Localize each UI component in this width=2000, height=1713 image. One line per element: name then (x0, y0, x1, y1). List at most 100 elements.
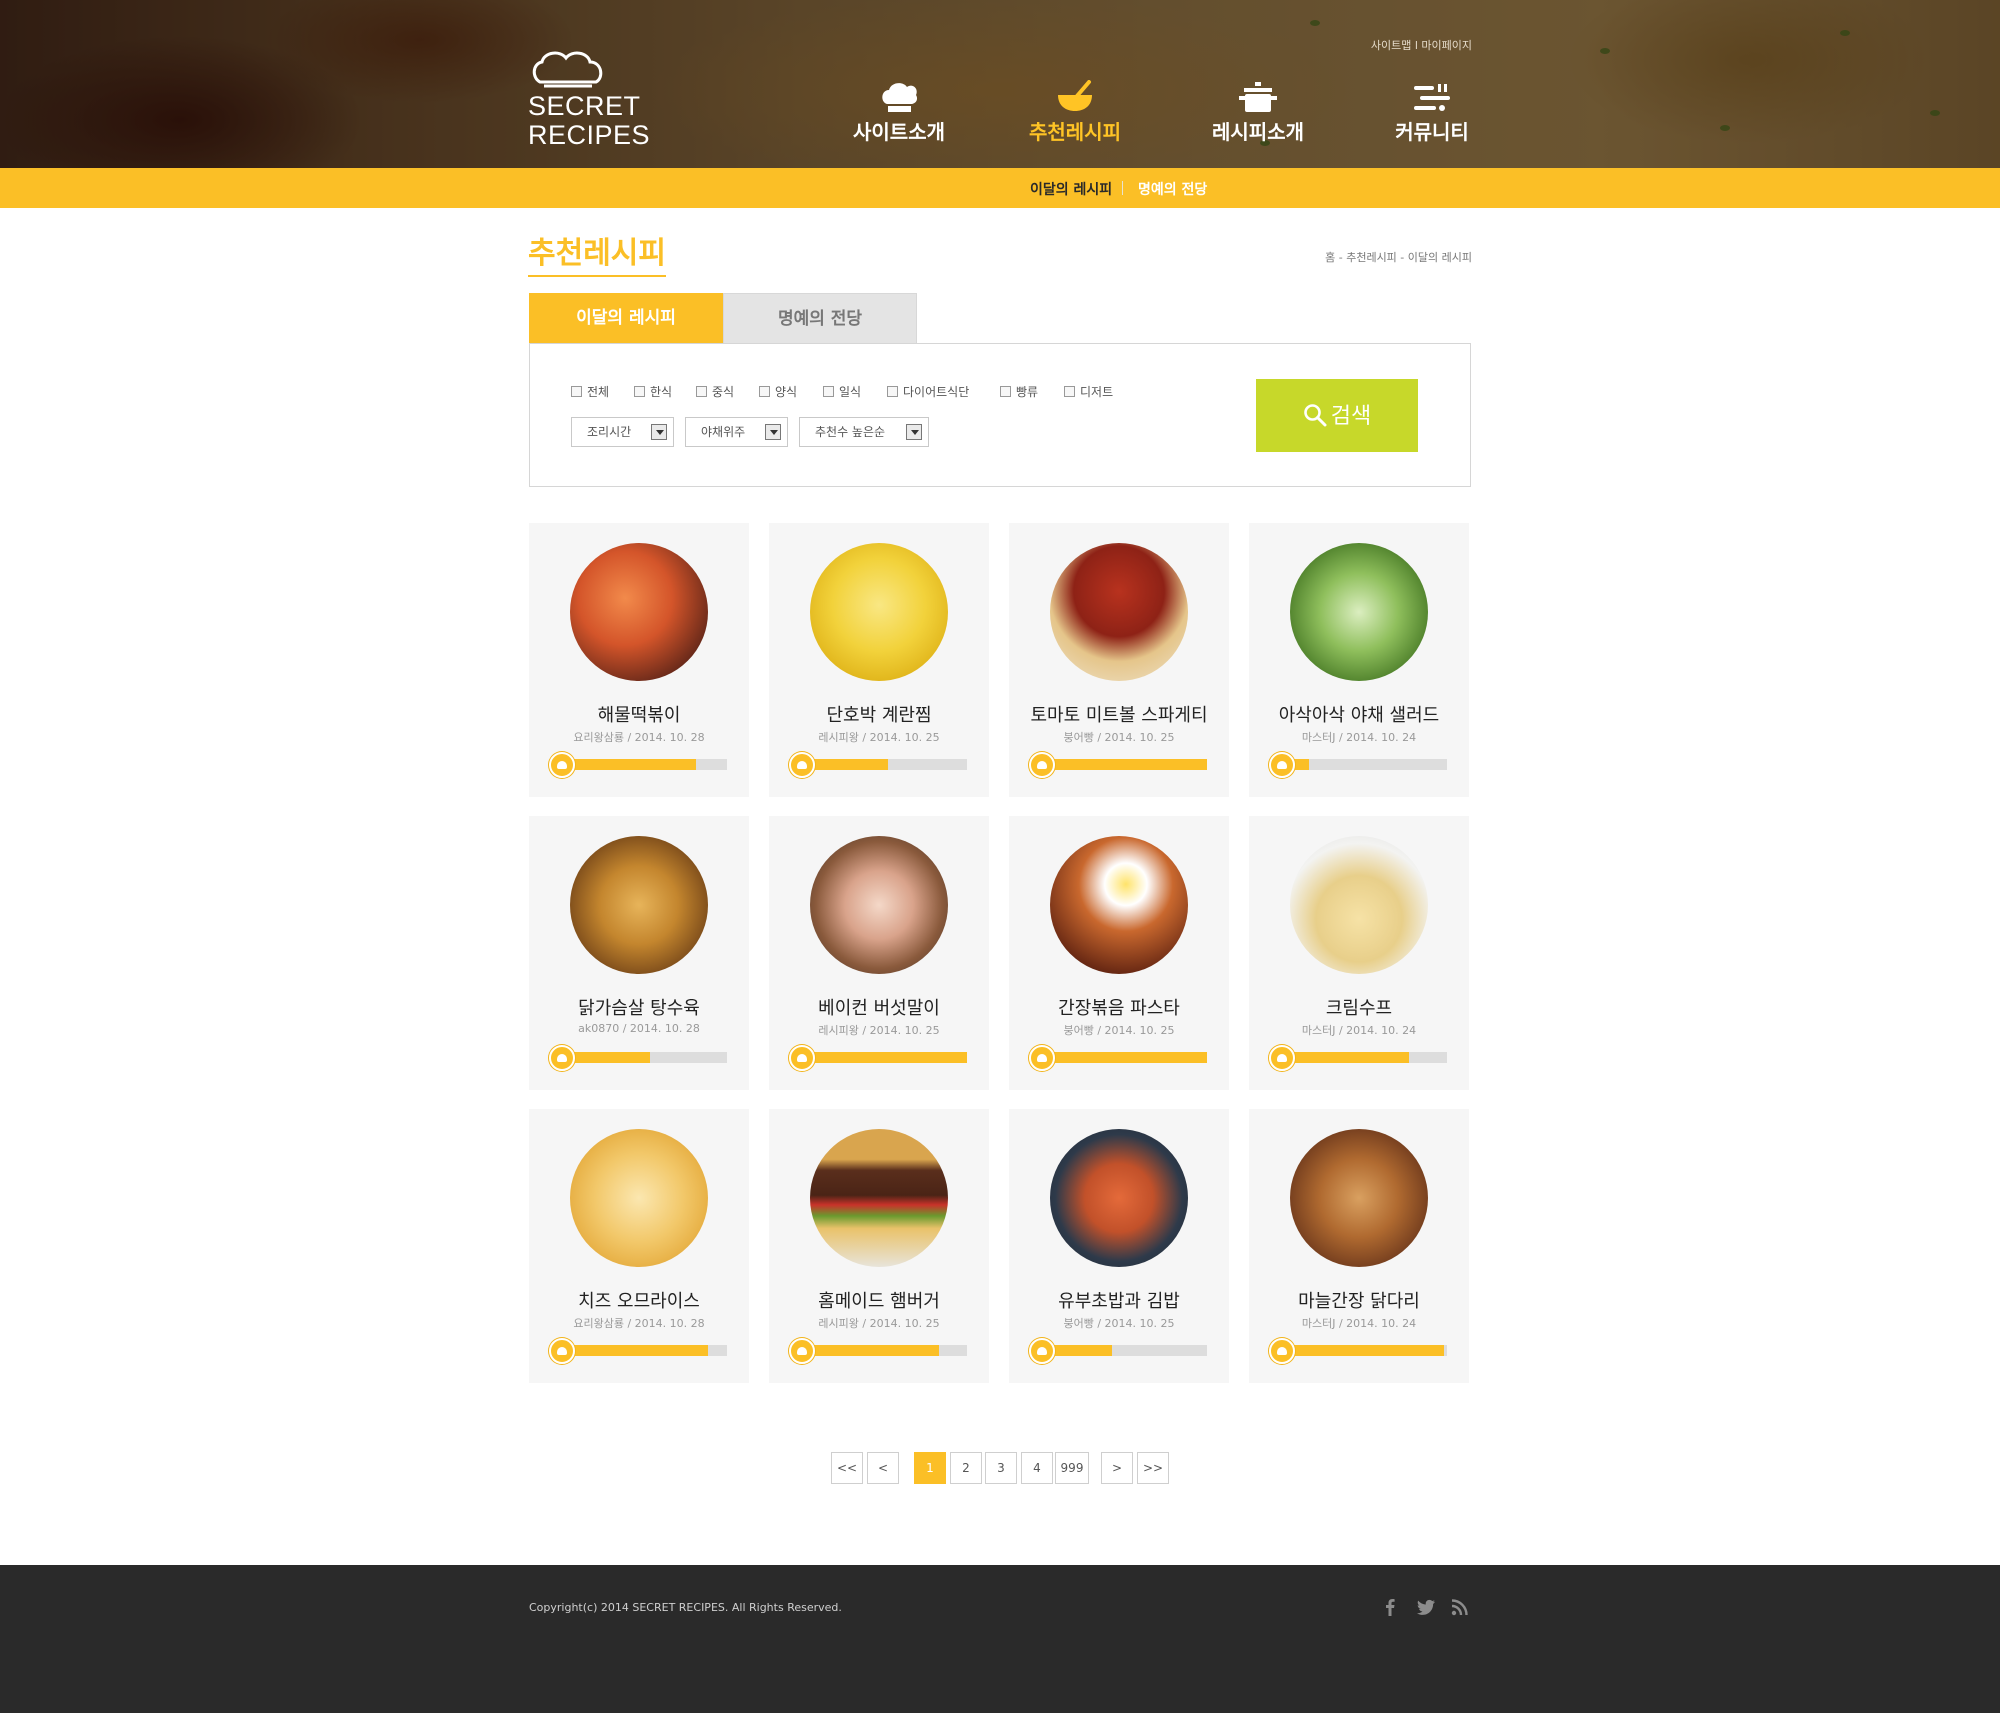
breadcrumb: 홈 - 추천레시피 - 이달의 레시피 (1325, 251, 1472, 264)
recipe-photo (1290, 1129, 1428, 1267)
recipe-card[interactable]: 치즈 오므라이스 요리왕삼룡 / 2014. 10. 28 (529, 1109, 749, 1383)
search-button-label: 검색 (1330, 403, 1372, 428)
chef-hat-rating-icon (549, 752, 575, 778)
checkbox-icon (1064, 386, 1075, 397)
category-checkbox-all[interactable]: 전체 (571, 383, 610, 399)
checkbox-icon (887, 386, 898, 397)
checkbox-label: 전체 (587, 385, 610, 399)
recipe-meta: 레시피왕 / 2014. 10. 25 (818, 1024, 940, 1037)
subnav-hall-of-fame[interactable]: 명예의 전당 (1138, 179, 1207, 199)
recipe-meta: 붕어빵 / 2014. 10. 25 (1063, 731, 1175, 744)
next-page-button[interactable]: > (1101, 1452, 1133, 1484)
checkbox-label: 다이어트식단 (903, 385, 970, 399)
nav-recipe-intro[interactable]: 레시피소개 (1198, 80, 1318, 150)
chef-hat-icon (882, 83, 918, 112)
recipe-meta: 마스터J / 2014. 10. 24 (1301, 1317, 1417, 1330)
first-page-button[interactable]: << (831, 1452, 863, 1484)
category-checkbox-chinese[interactable]: 중식 (696, 383, 734, 399)
page-1-button[interactable]: 1 (914, 1452, 946, 1484)
category-checkbox-dessert[interactable]: 디저트 (1064, 383, 1114, 399)
nav-recommended[interactable]: 추천레시피 (1015, 80, 1135, 150)
prev-page-button[interactable]: < (867, 1452, 899, 1484)
recipe-photo (1290, 836, 1428, 974)
recipe-meta: 요리왕삼룡 / 2014. 10. 28 (573, 731, 705, 744)
sort-select[interactable]: 추천수 높은순 (799, 417, 929, 447)
recipe-card[interactable]: 단호박 계란찜 레시피왕 / 2014. 10. 25 (769, 523, 989, 797)
rating-bar (795, 1345, 967, 1356)
mypage-link[interactable]: 마이페이지 (1421, 39, 1472, 52)
category-checkbox-diet[interactable]: 다이어트식단 (887, 383, 970, 399)
rating-bar (555, 759, 727, 770)
recipe-meta: ak0870 / 2014. 10. 28 (578, 1022, 700, 1035)
recipe-photo (1290, 543, 1428, 681)
chef-hat-rating-icon (789, 752, 815, 778)
chef-hat-logo-icon (532, 51, 603, 88)
checkbox-icon (634, 386, 645, 397)
category-checkbox-bread[interactable]: 빵류 (1000, 383, 1038, 399)
last-page-button[interactable]: >> (1137, 1452, 1169, 1484)
checkbox-icon (1000, 386, 1011, 397)
category-checkbox-japanese[interactable]: 일식 (823, 383, 862, 399)
tab-hall-of-fame[interactable]: 명예의 전당 (723, 293, 917, 343)
recipe-card[interactable]: 간장볶음 파스타 붕어빵 / 2014. 10. 25 (1009, 816, 1229, 1090)
recipe-photo (1050, 836, 1188, 974)
rating-bar (795, 1052, 967, 1063)
page-999-button[interactable]: 999 (1055, 1452, 1089, 1484)
category-checkbox-western[interactable]: 양식 (759, 383, 797, 399)
recipe-card[interactable]: 베이컨 버섯말이 레시피왕 / 2014. 10. 25 (769, 816, 989, 1090)
copyright-text: Copyright(c) 2014 SECRET RECIPES. All Ri… (529, 1601, 842, 1614)
facebook-icon[interactable] (1380, 1597, 1400, 1617)
page-4-button[interactable]: 4 (1021, 1452, 1053, 1484)
recipe-card[interactable]: 유부초밥과 김밥 붕어빵 / 2014. 10. 25 (1009, 1109, 1229, 1383)
recipe-card[interactable]: 크림수프 마스터J / 2014. 10. 24 (1249, 816, 1469, 1090)
checkbox-icon (696, 386, 707, 397)
rating-fill (795, 1345, 940, 1356)
rss-icon[interactable] (1450, 1597, 1470, 1617)
banner-herb (1930, 110, 1940, 116)
sitemap-link[interactable]: 사이트맵 (1371, 39, 1411, 52)
tab-monthly-recipe[interactable]: 이달의 레시피 (529, 293, 723, 343)
recipe-meta: 레시피왕 / 2014. 10. 25 (818, 1317, 940, 1330)
page-2-button[interactable]: 2 (950, 1452, 982, 1484)
rating-bar (555, 1345, 727, 1356)
recipe-title: 해물떡볶이 (597, 705, 681, 726)
recipe-card[interactable]: 홈메이드 햄버거 레시피왕 / 2014. 10. 25 (769, 1109, 989, 1383)
recipe-card[interactable]: 해물떡볶이 요리왕삼룡 / 2014. 10. 28 (529, 523, 749, 797)
chevron-down-icon (765, 424, 781, 440)
logo-text: SECRET RECIPES (528, 92, 650, 150)
nav-community[interactable]: 커뮤니티 (1372, 80, 1492, 150)
recipe-card[interactable]: 아삭아삭 야채 샐러드 마스터J / 2014. 10. 24 (1249, 523, 1469, 797)
chevron-down-icon (906, 424, 922, 440)
checkbox-icon (571, 386, 582, 397)
nav-site-intro[interactable]: 사이트소개 (839, 80, 959, 150)
vegetable-select[interactable]: 야채위주 (685, 417, 788, 447)
recipe-card[interactable]: 토마토 미트볼 스파게티 붕어빵 / 2014. 10. 25 (1009, 523, 1229, 797)
recipe-photo (1050, 543, 1188, 681)
recipe-card[interactable]: 마늘간장 닭다리 마스터J / 2014. 10. 24 (1249, 1109, 1469, 1383)
subnav-separator (1122, 181, 1123, 195)
subnav-monthly-recipe[interactable]: 이달의 레시피 (1030, 179, 1112, 199)
recipe-title: 홈메이드 햄버거 (818, 1291, 940, 1312)
logo-line: SECRET (528, 91, 641, 121)
select-value: 조리시간 (587, 425, 632, 439)
footer: Copyright(c) 2014 SECRET RECIPES. All Ri… (0, 1565, 2000, 1713)
site-logo[interactable]: SECRET RECIPES (528, 48, 650, 158)
category-checkbox-korean[interactable]: 한식 (634, 383, 672, 399)
rating-fill (1275, 1052, 1410, 1063)
cook-time-select[interactable]: 조리시간 (571, 417, 674, 447)
twitter-icon[interactable] (1416, 1597, 1436, 1617)
checkbox-icon (759, 386, 770, 397)
recipe-photo (570, 543, 708, 681)
page-3-button[interactable]: 3 (985, 1452, 1017, 1484)
search-button[interactable]: 검색 (1256, 379, 1418, 452)
select-value: 야채위주 (701, 425, 746, 439)
checkbox-label: 디저트 (1080, 385, 1114, 399)
checkbox-label: 일식 (839, 385, 862, 399)
rating-bar (795, 759, 967, 770)
recipe-card[interactable]: 닭가슴살 탕수육 ak0870 / 2014. 10. 28 (529, 816, 749, 1090)
chef-hat-rating-icon (789, 1338, 815, 1364)
banner-herb (1310, 20, 1320, 26)
rating-bar (1035, 1052, 1207, 1063)
recipe-photo (570, 836, 708, 974)
recipe-title: 치즈 오므라이스 (578, 1291, 700, 1312)
